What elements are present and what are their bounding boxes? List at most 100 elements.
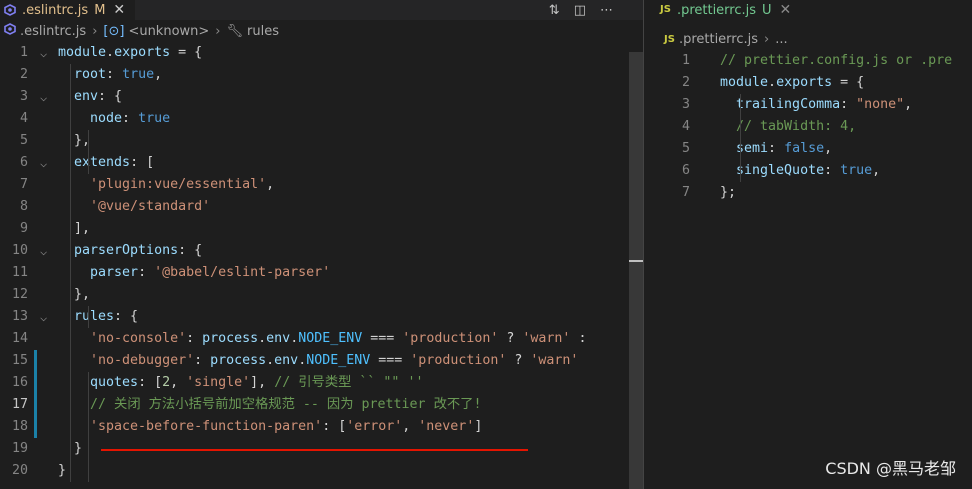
fold-chevron-icon[interactable]: ⌵ bbox=[40, 306, 47, 328]
fold-chevron-icon[interactable]: ⌵ bbox=[40, 240, 47, 262]
scroll-marker bbox=[629, 260, 643, 262]
tab-label: .prettierrc.js bbox=[676, 2, 757, 18]
code-text: singleQuote: true, bbox=[704, 163, 881, 178]
indent-guide bbox=[88, 306, 89, 328]
git-change-gutter bbox=[34, 350, 37, 438]
line-number: 9 bbox=[19, 221, 28, 236]
code-text: root: true, bbox=[58, 67, 163, 82]
tab-prettierrc[interactable]: JS .prettierrc.js U ✕ bbox=[656, 0, 802, 20]
code-line[interactable]: 4 node: true bbox=[0, 108, 643, 130]
red-underline-annotation bbox=[101, 449, 528, 451]
code-line[interactable]: 15 'no-debugger': process.env.NODE_ENV =… bbox=[0, 350, 643, 372]
code-line[interactable]: 20} bbox=[0, 460, 643, 482]
tab-bar-right: JS .prettierrc.js U ✕ bbox=[644, 0, 972, 20]
fold-chevron-icon[interactable]: ⌵ bbox=[40, 152, 47, 174]
code-line[interactable]: 17 // 关闭 方法小括号前加空格规范 -- 因为 prettier 改不了! bbox=[0, 394, 643, 416]
breadcrumb-file[interactable]: .prettierrc.js bbox=[679, 32, 758, 47]
code-text: extends: [ bbox=[58, 155, 155, 170]
line-number: 1 bbox=[19, 45, 28, 60]
code-line[interactable]: 2 root: true, bbox=[0, 64, 643, 86]
code-text: }; bbox=[704, 185, 737, 200]
code-editor-left[interactable]: 1 ⌵ module.exports = { 2 root: true, 3 ⌵ env:… bbox=[0, 42, 643, 489]
line-number: 11 bbox=[11, 265, 28, 280]
code-line[interactable]: 14 'no-console': process.env.NODE_ENV ==… bbox=[0, 328, 643, 350]
scrollbar-thumb[interactable] bbox=[629, 52, 643, 489]
code-line[interactable]: 9 ], bbox=[0, 218, 643, 240]
indent-guide bbox=[740, 94, 741, 182]
wrench-icon: 🔧︎ bbox=[226, 23, 244, 39]
code-text: 'no-debugger': process.env.NODE_ENV === … bbox=[58, 353, 579, 368]
code-line[interactable]: 7 'plugin:vue/essential', bbox=[0, 174, 643, 196]
split-editor-icon[interactable]: ◫ bbox=[574, 3, 586, 18]
code-text: 'space-before-function-paren': ['error',… bbox=[58, 419, 483, 434]
line-number: 1 bbox=[681, 53, 690, 68]
git-untracked-badge: U bbox=[762, 2, 772, 18]
line-number: 5 bbox=[19, 133, 28, 148]
code-text: semi: false, bbox=[704, 141, 833, 156]
indent-guide bbox=[70, 64, 71, 482]
code-line[interactable]: 10 ⌵ parserOptions: { bbox=[0, 240, 643, 262]
line-number: 7 bbox=[19, 177, 28, 192]
code-text: trailingComma: "none", bbox=[704, 97, 913, 112]
code-line[interactable]: 1 ⌵ module.exports = { bbox=[0, 42, 643, 64]
indent-guide bbox=[88, 372, 89, 482]
fold-chevron-icon[interactable]: ⌵ bbox=[40, 86, 47, 108]
code-line[interactable]: 12 }, bbox=[0, 284, 643, 306]
line-number: 6 bbox=[19, 155, 28, 170]
code-line[interactable]: 5 semi: false, bbox=[644, 138, 972, 160]
code-text: // 关闭 方法小括号前加空格规范 -- 因为 prettier 改不了! bbox=[58, 397, 482, 412]
code-line[interactable]: 11 parser: '@babel/eslint-parser' bbox=[0, 262, 643, 284]
code-text: quotes: [2, 'single'], // 引号类型 `` "" '' bbox=[58, 375, 424, 390]
chevron-right-icon: › bbox=[764, 31, 770, 47]
code-line[interactable]: 8 '@vue/standard' bbox=[0, 196, 643, 218]
code-text: }, bbox=[58, 133, 91, 148]
editor-group-right: JS .prettierrc.js U ✕ JS .prettierrc.js … bbox=[644, 0, 972, 489]
code-text: module.exports = { bbox=[58, 45, 203, 60]
line-number: 18 bbox=[11, 419, 28, 434]
chevron-right-icon: › bbox=[215, 23, 221, 39]
breadcrumb-more[interactable]: ... bbox=[775, 32, 787, 47]
tab-bar-left: .eslintrc.js M ✕ ⇅ ◫ ⋯ bbox=[0, 0, 643, 20]
editor-group-left: .eslintrc.js M ✕ ⇅ ◫ ⋯ .eslintrc.js › [⊙… bbox=[0, 0, 643, 489]
code-line[interactable]: 7 }; bbox=[644, 182, 972, 204]
code-line[interactable]: 4 // tabWidth: 4, bbox=[644, 116, 972, 138]
close-icon[interactable]: ✕ bbox=[780, 2, 792, 18]
code-text: ], bbox=[58, 221, 91, 236]
braces-icon: [⊙] bbox=[103, 23, 125, 39]
breadcrumb-file[interactable]: .eslintrc.js bbox=[20, 24, 86, 39]
js-file-icon: JS bbox=[664, 33, 675, 45]
breadcrumb-symbol[interactable]: rules bbox=[247, 24, 279, 39]
vertical-scrollbar[interactable] bbox=[629, 52, 643, 489]
eslint-file-icon bbox=[4, 23, 16, 39]
code-text: // tabWidth: 4, bbox=[704, 119, 857, 134]
code-line[interactable]: 13 ⌵ rules: { bbox=[0, 306, 643, 328]
code-line[interactable]: 2 module.exports = { bbox=[644, 72, 972, 94]
more-actions-icon[interactable]: ⋯ bbox=[600, 3, 613, 18]
code-line[interactable]: 1 // prettier.config.js or .pre bbox=[644, 50, 972, 72]
fold-chevron-icon[interactable]: ⌵ bbox=[40, 42, 47, 64]
code-line[interactable]: 3 trailingComma: "none", bbox=[644, 94, 972, 116]
breadcrumb-object[interactable]: <unknown> bbox=[128, 24, 209, 39]
compare-changes-icon[interactable]: ⇅ bbox=[549, 3, 560, 18]
code-text: }, bbox=[58, 287, 91, 302]
close-icon[interactable]: ✕ bbox=[113, 2, 125, 18]
line-number: 7 bbox=[681, 185, 690, 200]
indent-guide bbox=[88, 130, 89, 174]
line-number: 17 bbox=[11, 397, 28, 412]
code-line[interactable]: 18 'space-before-function-paren': ['erro… bbox=[0, 416, 643, 438]
code-line[interactable]: 16 quotes: [2, 'single'], // 引号类型 `` "" … bbox=[0, 372, 643, 394]
line-number: 15 bbox=[11, 353, 28, 368]
code-line[interactable]: 3 ⌵ env: { bbox=[0, 86, 643, 108]
line-number: 3 bbox=[19, 89, 28, 104]
code-line[interactable]: 6 singleQuote: true, bbox=[644, 160, 972, 182]
eslint-file-icon bbox=[4, 4, 16, 16]
line-number: 4 bbox=[19, 111, 28, 126]
code-text: // prettier.config.js or .pre bbox=[704, 53, 953, 68]
code-line[interactable]: 5 }, bbox=[0, 130, 643, 152]
tab-eslintrc[interactable]: .eslintrc.js M ✕ bbox=[0, 0, 136, 20]
editor-actions: ⇅ ◫ ⋯ bbox=[549, 0, 613, 20]
line-number: 14 bbox=[11, 331, 28, 346]
code-editor-right[interactable]: 1 // prettier.config.js or .pre 2 module.… bbox=[644, 50, 972, 480]
code-line[interactable]: 6 ⌵ extends: [ bbox=[0, 152, 643, 174]
code-text: env: { bbox=[58, 89, 123, 104]
